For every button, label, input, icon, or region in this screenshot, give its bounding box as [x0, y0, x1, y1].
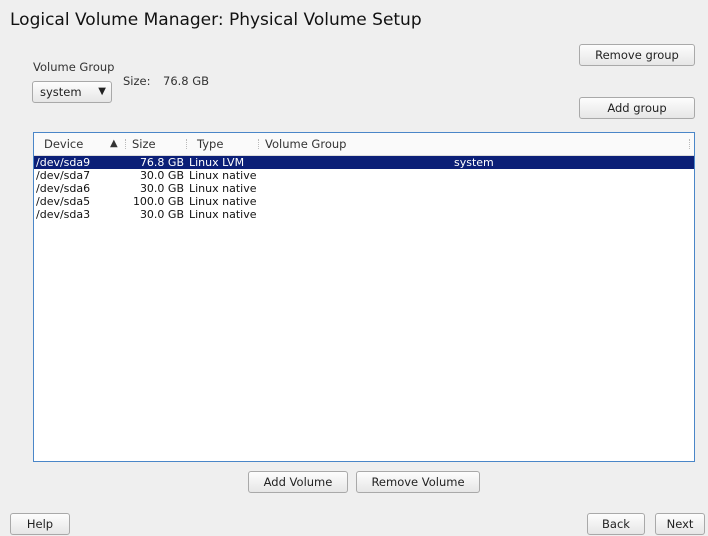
physical-volume-table[interactable]: Device ▲ Size Type Volume Group /dev/sda… — [33, 132, 695, 462]
back-button[interactable]: Back — [587, 513, 645, 535]
help-button[interactable]: Help — [10, 513, 70, 535]
table-row[interactable]: /dev/sda5 100.0 GB Linux native — [34, 195, 694, 208]
column-header-type[interactable]: Type — [197, 133, 223, 155]
column-separator — [689, 139, 691, 149]
add-volume-button[interactable]: Add Volume — [248, 471, 348, 493]
page-title: Logical Volume Manager: Physical Volume … — [10, 10, 422, 30]
add-group-button[interactable]: Add group — [579, 97, 695, 119]
column-header-device[interactable]: Device — [44, 133, 83, 155]
next-button[interactable]: Next — [655, 513, 705, 535]
volume-group-selected: system — [40, 85, 82, 99]
table-row[interactable]: /dev/sda6 30.0 GB Linux native — [34, 182, 694, 195]
column-separator — [125, 139, 127, 149]
column-header-size[interactable]: Size — [132, 133, 156, 155]
sort-ascending-icon: ▲ — [110, 138, 118, 149]
table-header: Device ▲ Size Type Volume Group — [34, 133, 694, 156]
column-separator — [258, 139, 260, 149]
column-header-volume-group[interactable]: Volume Group — [265, 133, 346, 155]
table-row[interactable]: /dev/sda3 30.0 GB Linux native — [34, 208, 694, 221]
volume-group-select[interactable]: system ▼ — [32, 81, 112, 103]
table-row[interactable]: /dev/sda9 76.8 GB Linux LVM system — [34, 156, 694, 169]
size-value: 76.8 GB — [163, 74, 210, 88]
size-label: Size: — [123, 74, 151, 88]
volume-group-label: Volume Group — [33, 60, 115, 74]
table-row[interactable]: /dev/sda7 30.0 GB Linux native — [34, 169, 694, 182]
remove-group-button[interactable]: Remove group — [579, 44, 695, 66]
remove-volume-button[interactable]: Remove Volume — [356, 471, 480, 493]
column-separator — [186, 139, 188, 149]
chevron-down-icon: ▼ — [98, 86, 106, 97]
